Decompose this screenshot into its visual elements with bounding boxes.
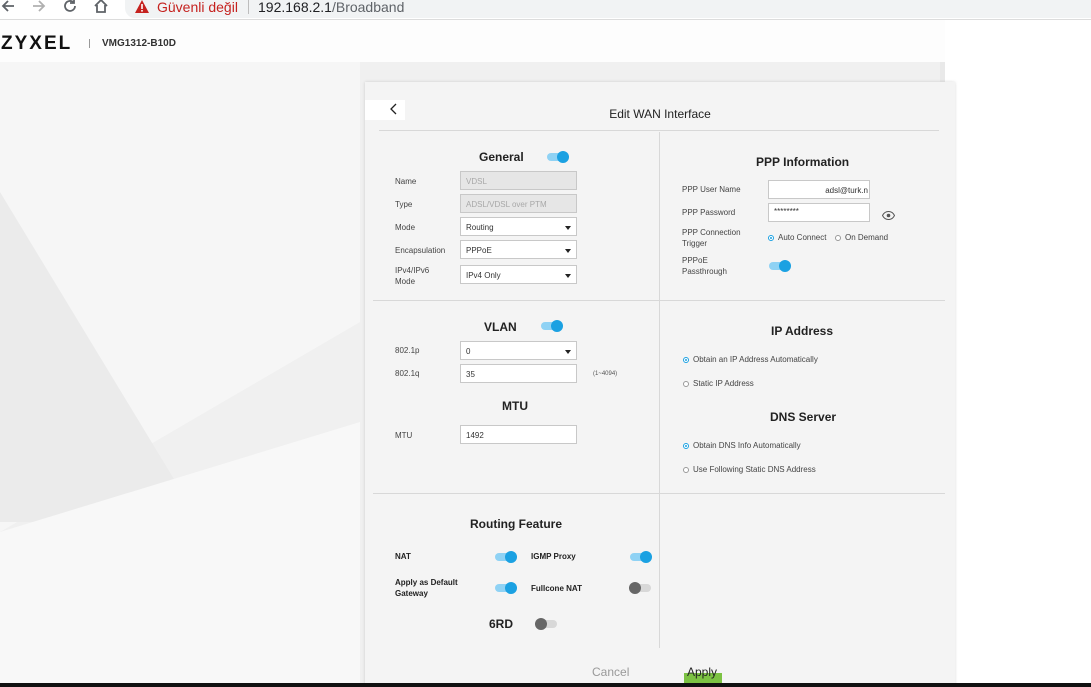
name-field: VDSL [460,171,577,190]
routing-feature-title: Routing Feature [470,517,562,531]
ipmode-label-line1: IPv4/IPv6 [395,266,430,275]
general-toggle[interactable] [547,151,569,163]
default-gateway-label: Apply as Default Gateway [395,577,458,599]
dns-static-radio[interactable]: Use Following Static DNS Address [683,465,816,474]
ipmode-label-line2: Mode [395,277,416,286]
fullcone-nat-label: Fullcone NAT [531,584,582,593]
radio-dot [683,381,689,387]
8021p-select[interactable]: 0 [460,341,577,360]
row-divider-2 [373,493,945,494]
browser-toolbar: Güvenli değil 192.168.2.1/Broadband [0,0,1091,20]
sixrd-toggle[interactable] [535,618,557,630]
pppoe-passthrough-line2: Passthrough [682,267,727,276]
8021q-label: 802.1q [395,369,420,378]
ipmode-label: IPv4/IPv6 Mode [395,265,429,287]
ppp-trigger-label-line2: Trigger [682,239,708,248]
ipmode-select[interactable]: IPv4 Only [460,265,577,284]
radio-dot [683,443,689,449]
dns-static-label: Use Following Static DNS Address [693,465,816,474]
auto-connect-radio[interactable]: Auto Connect [768,233,826,242]
radio-dot [768,235,774,241]
on-demand-radio[interactable]: On Demand [835,233,888,242]
radio-dot [683,357,689,363]
edit-wan-dialog: Edit WAN Interface General Name VDSL Typ… [365,82,955,687]
igmp-proxy-label: IGMP Proxy [531,552,576,561]
title-divider [379,130,939,131]
mode-label: Mode [395,223,416,232]
header-extension [945,20,1091,63]
nat-label: NAT [395,552,411,561]
dialog-title: Edit WAN Interface [609,107,711,121]
address-bar[interactable]: Güvenli değil 192.168.2.1/Broadband [125,0,1091,18]
igmp-proxy-toggle[interactable] [630,551,652,563]
vlan-title: VLAN [484,320,517,334]
security-status[interactable]: Güvenli değil [157,0,238,15]
url-separator [248,0,249,14]
url-path: /Broadband [331,0,405,15]
apply-button[interactable]: Apply [687,665,717,679]
mtu-input[interactable]: 1492 [460,425,577,444]
mtu-title: MTU [502,399,528,413]
ppp-trigger-label-line1: PPP Connection [682,228,741,237]
back-arrow-icon[interactable] [0,0,16,14]
fullcone-nat-toggle[interactable] [629,582,651,594]
pppoe-passthrough-line1: PPPoE [682,256,708,265]
encapsulation-select[interactable]: PPPoE [460,240,577,259]
sixrd-label: 6RD [489,617,514,631]
mode-select[interactable]: Routing [460,217,577,236]
dns-server-title: DNS Server [770,410,837,424]
header-divider [89,39,90,48]
nat-toggle[interactable] [495,551,517,563]
device-model: VMG1312-B10D [102,38,176,49]
ip-static-label: Static IP Address [693,379,754,388]
radio-dot [683,467,689,473]
dns-auto-label: Obtain DNS Info Automatically [693,441,801,450]
ppp-title: PPP Information [756,155,850,169]
general-title: General [479,150,524,164]
vlan-toggle[interactable] [541,320,563,332]
pppoe-passthrough-toggle[interactable] [769,260,791,272]
pppoe-passthrough-label: PPPoE Passthrough [682,255,727,277]
ip-auto-radio[interactable]: Obtain an IP Address Automatically [683,355,818,364]
app-header: ZYXEL VMG1312-B10D [0,20,945,62]
type-field: ADSL/VDSL over PTM [460,194,577,213]
radio-dot [835,235,841,241]
auto-connect-label: Auto Connect [778,233,827,242]
name-label: Name [395,177,417,186]
type-label: Type [395,200,413,209]
url-text[interactable]: 192.168.2.1/Broadband [258,0,404,15]
reload-icon[interactable] [62,0,78,14]
ppp-password-label: PPP Password [682,208,736,217]
url-host: 192.168.2.1 [258,0,332,15]
ppp-trigger-label: PPP Connection Trigger [682,227,741,249]
cancel-button[interactable]: Cancel [592,665,629,679]
column-divider [659,132,660,648]
encapsulation-label: Encapsulation [395,246,446,255]
default-gateway-toggle[interactable] [495,582,517,594]
default-gateway-line2: Gateway [395,589,428,598]
background-right [945,62,1091,687]
zyxel-logo[interactable]: ZYXEL [1,33,72,55]
on-demand-label: On Demand [845,233,889,242]
taskbar-edge [0,683,1091,687]
ppp-password-input[interactable]: ******** [768,203,870,222]
8021q-range-hint: (1~4094) [593,371,618,377]
ppp-username-input[interactable]: adsl@turk.n [768,180,870,199]
default-gateway-line1: Apply as Default [395,578,458,587]
home-icon[interactable] [93,0,109,14]
warning-icon [135,0,149,18]
8021q-input[interactable]: 35 [460,364,577,383]
forward-arrow-icon[interactable] [31,0,47,14]
ip-address-title: IP Address [771,324,834,338]
ppp-username-label: PPP User Name [682,185,741,194]
dns-auto-radio[interactable]: Obtain DNS Info Automatically [683,441,801,450]
ip-auto-label: Obtain an IP Address Automatically [693,355,818,364]
ip-static-radio[interactable]: Static IP Address [683,379,754,388]
mtu-label: MTU [395,431,413,440]
row-divider-1 [373,300,945,301]
eye-icon[interactable] [881,207,896,225]
8021p-label: 802.1p [395,346,420,355]
